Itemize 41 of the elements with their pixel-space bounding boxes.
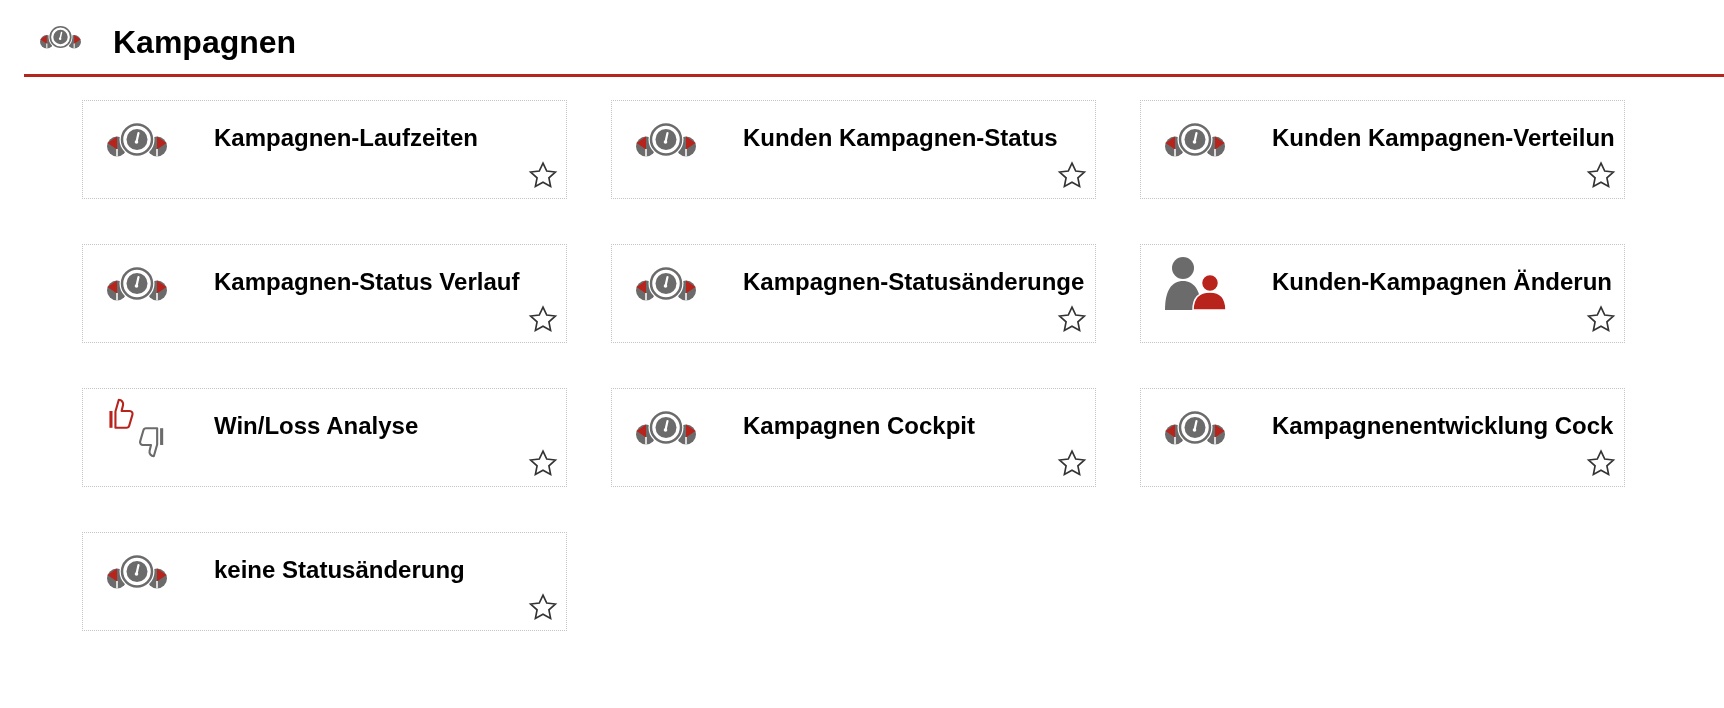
star-icon[interactable] (529, 450, 557, 476)
star-icon[interactable] (1058, 450, 1086, 476)
star-icon[interactable] (1058, 306, 1086, 332)
gauge-icon (40, 25, 81, 49)
tile-title: Kampagnen-Laufzeiten (214, 124, 479, 152)
tile-title: Kampagnenentwicklung Cock (1272, 412, 1614, 440)
tile-title: Kampagnen Cockpit (743, 412, 976, 440)
report-tile[interactable]: Kampagnen-Status Verlauf (82, 244, 567, 343)
gauge-icon (1165, 122, 1225, 157)
report-tile[interactable]: Kampagnenentwicklung Cock (1140, 388, 1625, 487)
users-icon (1165, 257, 1226, 310)
tile-title: Kampagnen-Status Verlauf (214, 268, 520, 296)
tile-title: keine Statusänderung (214, 556, 465, 584)
gauge-icon (636, 266, 696, 301)
report-tile[interactable]: Kunden-Kampagnen Änderun (1140, 244, 1625, 343)
star-icon[interactable] (529, 162, 557, 188)
star-icon[interactable] (1587, 306, 1615, 332)
tile-title: Kunden-Kampagnen Änderun (1272, 268, 1612, 296)
tile-title: Kunden Kampagnen-Status (743, 124, 1058, 152)
gauge-icon (1165, 410, 1225, 445)
page-title: Kampagnen (113, 24, 297, 60)
report-tile[interactable]: Win/Loss Analyse (82, 388, 567, 487)
report-tile[interactable]: Kunden Kampagnen-Status (611, 100, 1096, 199)
report-tile[interactable]: Kampagnen Cockpit (611, 388, 1096, 487)
star-icon[interactable] (1587, 450, 1615, 476)
gauge-icon (636, 410, 696, 445)
report-tile[interactable]: Kampagnen-Laufzeiten (82, 100, 567, 199)
report-tile[interactable]: keine Statusänderung (82, 532, 567, 631)
report-tile[interactable]: Kampagnen-Statusänderunge (611, 244, 1096, 343)
gauge-icon (107, 122, 167, 157)
star-icon[interactable] (529, 594, 557, 620)
star-icon[interactable] (1587, 162, 1615, 188)
star-icon[interactable] (1058, 162, 1086, 188)
tile-title: Win/Loss Analyse (214, 412, 419, 440)
gauge-icon (107, 266, 167, 301)
tile-title: Kunden Kampagnen-Verteilun (1272, 124, 1615, 152)
gauge-icon (636, 122, 696, 157)
tile-title: Kampagnen-Statusänderunge (743, 268, 1085, 296)
gauge-icon (107, 554, 167, 589)
report-tile[interactable]: Kunden Kampagnen-Verteilun (1140, 100, 1625, 199)
star-icon[interactable] (529, 306, 557, 332)
